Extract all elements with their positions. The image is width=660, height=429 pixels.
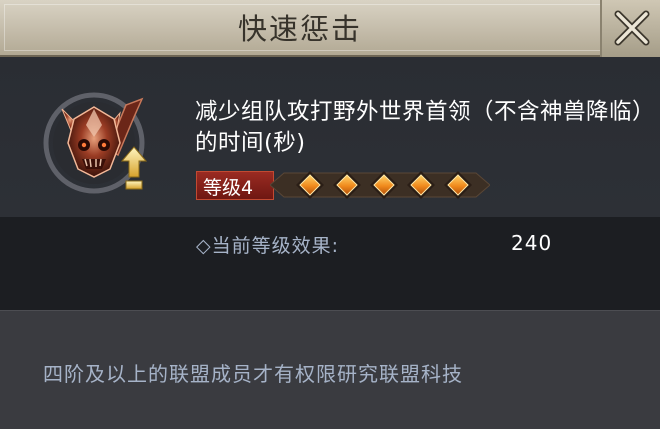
level-badge: 等级4 xyxy=(196,171,274,200)
close-button[interactable] xyxy=(600,0,660,57)
title-bar: 快速惩击 xyxy=(0,0,660,57)
demon-skull-emblem-icon xyxy=(43,92,148,194)
dialog-title: 快速惩击 xyxy=(237,12,362,46)
current-effect-label: ◇当前等级效果: xyxy=(196,235,340,257)
current-effect-value: 240 xyxy=(511,231,553,255)
skill-detail-dialog: 快速惩击 减少组队攻打野外世界首领（不含神兽降临）的时间(秒) 等级4 ◇当前等… xyxy=(0,0,660,429)
requirement-note: 四阶及以上的联盟成员才有权限研究联盟科技 xyxy=(43,362,463,386)
level-label: 等级4 xyxy=(203,177,254,199)
level-diamonds xyxy=(270,171,490,199)
close-icon xyxy=(614,10,650,46)
skill-description: 减少组队攻打野外世界首领（不含神兽降临）的时间(秒) xyxy=(195,99,644,156)
